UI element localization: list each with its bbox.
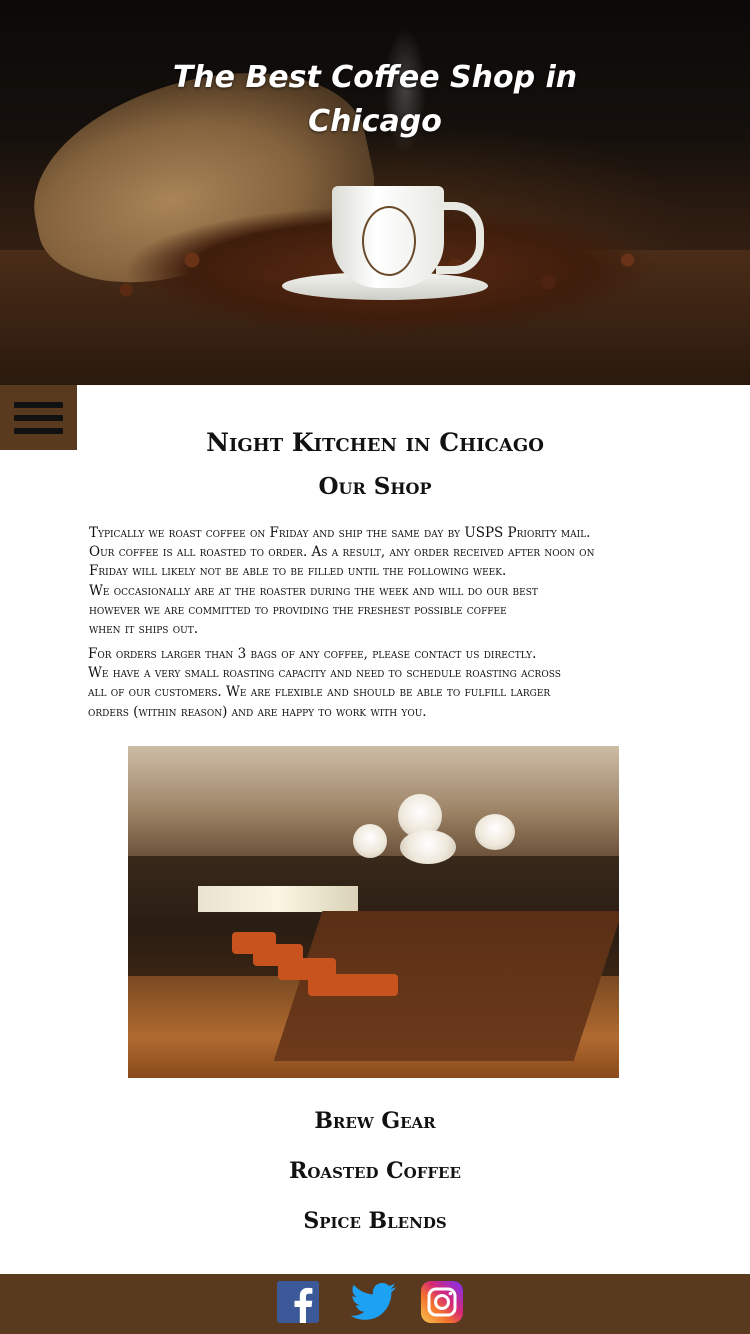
paragraph-line: For orders larger than 3 bags of any cof… bbox=[88, 646, 537, 662]
photo-lamp bbox=[475, 814, 515, 850]
hero-title-line1: The Best Coffee Shop in bbox=[172, 60, 578, 95]
hero-cup-handle bbox=[436, 202, 484, 274]
photo-lamp bbox=[353, 824, 387, 858]
paragraph-line: We have a very small roasting capacity a… bbox=[88, 665, 561, 682]
section-title-our-shop: Our Shop bbox=[318, 473, 432, 500]
paragraph-line: all of our customers. We are flexible an… bbox=[88, 684, 551, 701]
link-brew-gear[interactable]: Brew Gear bbox=[0, 1108, 750, 1134]
menu-bar-top bbox=[14, 402, 63, 408]
shop-paragraph-2: For orders larger than 3 bags of any cof… bbox=[88, 645, 688, 722]
page-title: Night Kitchen in Chicago bbox=[206, 428, 544, 457]
photo-lamp bbox=[400, 830, 456, 864]
twitter-icon[interactable] bbox=[350, 1281, 398, 1323]
facebook-icon[interactable] bbox=[277, 1281, 319, 1323]
paragraph-line: when it ships out. bbox=[89, 621, 199, 638]
link-spice-blends[interactable]: Spice Blends bbox=[0, 1208, 750, 1234]
paragraph-line: however we are committed to providing th… bbox=[89, 601, 507, 618]
hero-title-line2: Chicago bbox=[308, 104, 442, 139]
hero-cup-logo bbox=[362, 206, 416, 276]
menu-bar-middle bbox=[14, 415, 63, 421]
hero-banner: The Best Coffee Shop in Chicago bbox=[0, 0, 750, 385]
paragraph-line: Friday will likely not be able to be fil… bbox=[89, 563, 507, 580]
footer bbox=[0, 1274, 750, 1334]
hero-title: The Best Coffee Shop in Chicago bbox=[0, 56, 750, 144]
shop-interior-photo bbox=[128, 746, 619, 1078]
paragraph-line: Typically we roast coffee on Friday and … bbox=[89, 525, 591, 541]
link-roasted-coffee[interactable]: Roasted Coffee bbox=[0, 1158, 750, 1184]
paragraph-line: We occasionally are at the roaster durin… bbox=[89, 582, 538, 599]
shop-paragraph-1: Typically we roast coffee on Friday and … bbox=[89, 524, 689, 639]
paragraph-line: Our coffee is all roasted to order. As a… bbox=[89, 544, 595, 561]
photo-stool bbox=[232, 932, 276, 954]
instagram-icon[interactable] bbox=[421, 1281, 463, 1323]
paragraph-line: orders (within reason) and are happy to … bbox=[88, 703, 427, 720]
photo-kitchen-window bbox=[198, 886, 358, 912]
